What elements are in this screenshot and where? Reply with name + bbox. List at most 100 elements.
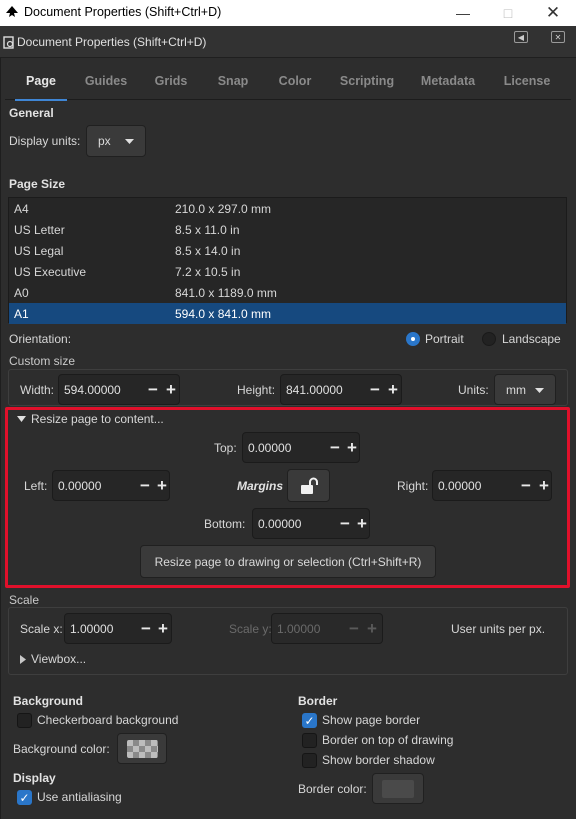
resize-to-drawing-button[interactable]: Resize page to drawing or selection (Ctr… [140, 545, 436, 578]
scale-heading: Scale [9, 593, 40, 607]
border-on-top-checkbox[interactable] [302, 733, 317, 748]
right-margin-value: 0.00000 [438, 478, 482, 493]
plus-icon[interactable]: + [538, 477, 550, 494]
units-label: Units: [458, 383, 489, 397]
page-size-dimensions: 7.2 x 10.5 in [175, 264, 241, 279]
lock-margins-button[interactable] [287, 469, 330, 502]
antialias-checkbox[interactable]: ✓ [17, 790, 32, 805]
tab-grids[interactable]: Grids [145, 62, 197, 100]
dock-iconify-button[interactable]: ◀ [514, 31, 528, 43]
border-shadow-checkbox[interactable] [302, 753, 317, 768]
page-size-heading: Page Size [9, 177, 66, 191]
minus-icon[interactable]: − [369, 381, 381, 398]
width-label: Width: [20, 383, 55, 397]
plus-icon[interactable]: + [157, 620, 169, 637]
dock-title: Document Properties (Shift+Ctrl+D) [17, 35, 207, 49]
width-spinbox[interactable]: 594.00000 − + [58, 374, 180, 405]
border-color-swatch [382, 780, 414, 798]
tab-metadata[interactable]: Metadata [413, 62, 483, 100]
left-margin-label: Left: [24, 479, 48, 493]
plus-icon[interactable]: + [156, 477, 168, 494]
left-margin-value: 0.00000 [58, 478, 102, 493]
scale-x-label: Scale x: [20, 622, 63, 636]
viewbox-expander[interactable]: Viewbox... [20, 652, 86, 666]
border-heading: Border [298, 694, 338, 708]
orientation-label: Orientation: [9, 332, 72, 346]
portrait-radio[interactable] [406, 332, 420, 346]
scale-x-spinbox[interactable]: 1.00000 − + [64, 613, 172, 644]
page-size-name: US Executive [14, 264, 87, 279]
top-margin-spinbox[interactable]: 0.00000 − + [242, 432, 360, 463]
close-window-button[interactable]: ✕ [530, 0, 576, 26]
border-color-button[interactable] [372, 773, 424, 804]
list-item[interactable]: A4 210.0 x 297.0 mm [9, 198, 566, 219]
checkerboard-checkbox[interactable] [17, 713, 32, 728]
expander-right-icon [20, 654, 26, 664]
landscape-radio[interactable] [482, 332, 496, 346]
minimize-icon: — [456, 5, 470, 21]
tab-guides[interactable]: Guides [77, 62, 135, 100]
units-select[interactable]: mm [494, 374, 556, 405]
list-item[interactable]: A0 841.0 x 1189.0 mm [9, 282, 566, 303]
minimize-button[interactable]: — [440, 0, 486, 26]
list-item-selected[interactable]: A1 594.0 x 841.0 mm [9, 303, 566, 324]
plus-icon[interactable]: + [346, 439, 358, 456]
tab-color[interactable]: Color [269, 62, 321, 100]
tab-page[interactable]: Page [15, 62, 67, 101]
tab-scripting[interactable]: Scripting [331, 62, 403, 100]
resize-expander-label: Resize page to content... [31, 412, 164, 426]
viewbox-label: Viewbox... [31, 652, 87, 666]
tab-snap[interactable]: Snap [207, 62, 259, 100]
expander-down-icon [17, 416, 26, 422]
units-value: mm [506, 382, 526, 397]
minus-icon[interactable]: − [339, 515, 351, 532]
custom-size-heading: Custom size [9, 354, 76, 368]
maximize-button[interactable]: □ [485, 0, 531, 26]
dock-header: Document Properties (Shift+Ctrl+D) ◀ ✕ [0, 26, 576, 58]
bottom-margin-label: Bottom: [204, 517, 246, 531]
minus-icon[interactable]: − [520, 477, 532, 494]
left-margin-spinbox[interactable]: 0.00000 − + [52, 470, 170, 501]
page-size-dimensions: 210.0 x 297.0 mm [175, 201, 272, 216]
border-on-top-label: Border on top of drawing [322, 733, 454, 747]
plus-icon[interactable]: + [356, 515, 368, 532]
background-color-button[interactable] [117, 733, 167, 764]
right-margin-spinbox[interactable]: 0.00000 − + [432, 470, 552, 501]
width-value: 594.00000 [64, 382, 121, 397]
minus-icon[interactable]: − [329, 439, 341, 456]
show-border-checkbox[interactable]: ✓ [302, 713, 317, 728]
minus-icon[interactable]: − [140, 620, 152, 637]
page-size-dimensions: 8.5 x 11.0 in [175, 222, 240, 237]
resize-expander[interactable]: Resize page to content... [17, 412, 164, 426]
list-item[interactable]: US Executive 7.2 x 10.5 in [9, 261, 566, 282]
minus-icon[interactable]: − [147, 381, 159, 398]
top-margin-value: 0.00000 [248, 440, 292, 455]
tab-license[interactable]: License [495, 62, 559, 100]
landscape-label: Landscape [502, 332, 561, 346]
minus-icon[interactable]: − [139, 477, 151, 494]
plus-icon[interactable]: + [165, 381, 177, 398]
display-heading: Display [13, 771, 56, 785]
background-heading: Background [13, 694, 84, 708]
dock-left-icon: ◀ [517, 32, 525, 42]
page-size-name: A4 [14, 201, 29, 216]
height-spinbox[interactable]: 841.00000 − + [280, 374, 402, 405]
plus-icon[interactable]: + [387, 381, 399, 398]
list-item[interactable]: US Letter 8.5 x 11.0 in [9, 219, 566, 240]
height-value: 841.00000 [286, 382, 343, 397]
margins-label: Margins [237, 479, 284, 493]
page-size-dimensions: 594.0 x 841.0 mm [175, 306, 272, 321]
display-units-select[interactable]: px [86, 125, 146, 157]
page-size-name: A1 [14, 306, 29, 321]
bottom-margin-spinbox[interactable]: 0.00000 − + [252, 508, 370, 539]
checkmark-icon: ✓ [304, 713, 315, 728]
dock-close-button[interactable]: ✕ [551, 31, 565, 43]
scale-y-label: Scale y: [229, 622, 272, 636]
chevron-down-icon [125, 139, 134, 144]
display-units-value: px [98, 134, 111, 148]
checkerboard-label: Checkerboard background [37, 713, 179, 727]
window-titlebar: Document Properties (Shift+Ctrl+D) — □ ✕ [0, 0, 576, 26]
scale-y-value: 1.00000 [277, 621, 321, 636]
list-item[interactable]: US Legal 8.5 x 14.0 in [9, 240, 566, 261]
portrait-label: Portrait [425, 332, 464, 346]
